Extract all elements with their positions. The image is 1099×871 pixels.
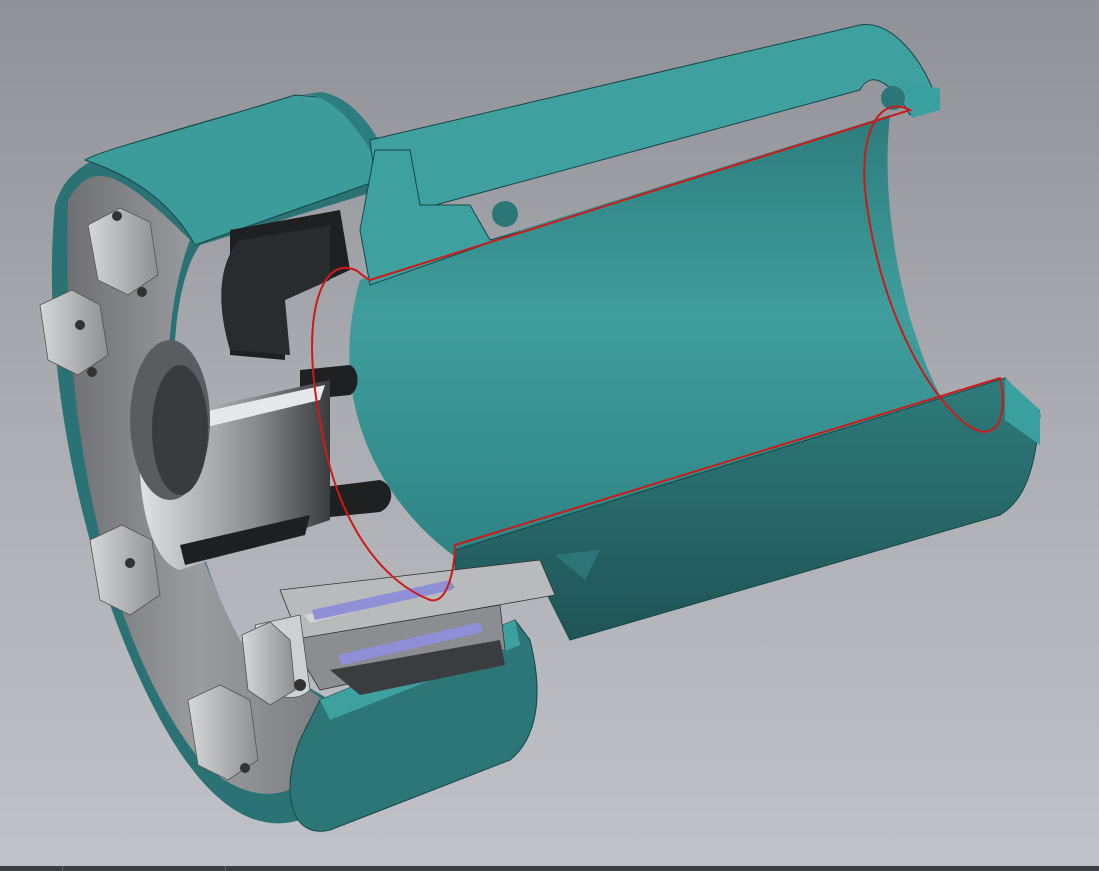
- flange-center-opening-inner: [152, 365, 208, 495]
- cad-3d-viewport[interactable]: [0, 0, 1099, 866]
- hub-ring-upper: [221, 225, 330, 355]
- cad-section-model[interactable]: [0, 0, 1099, 866]
- status-bar: [0, 866, 1099, 871]
- bolt-3: [89, 524, 161, 616]
- status-bar-separator: [225, 866, 226, 871]
- status-bar-separator: [62, 866, 63, 871]
- screw-hole-upper: [492, 201, 518, 227]
